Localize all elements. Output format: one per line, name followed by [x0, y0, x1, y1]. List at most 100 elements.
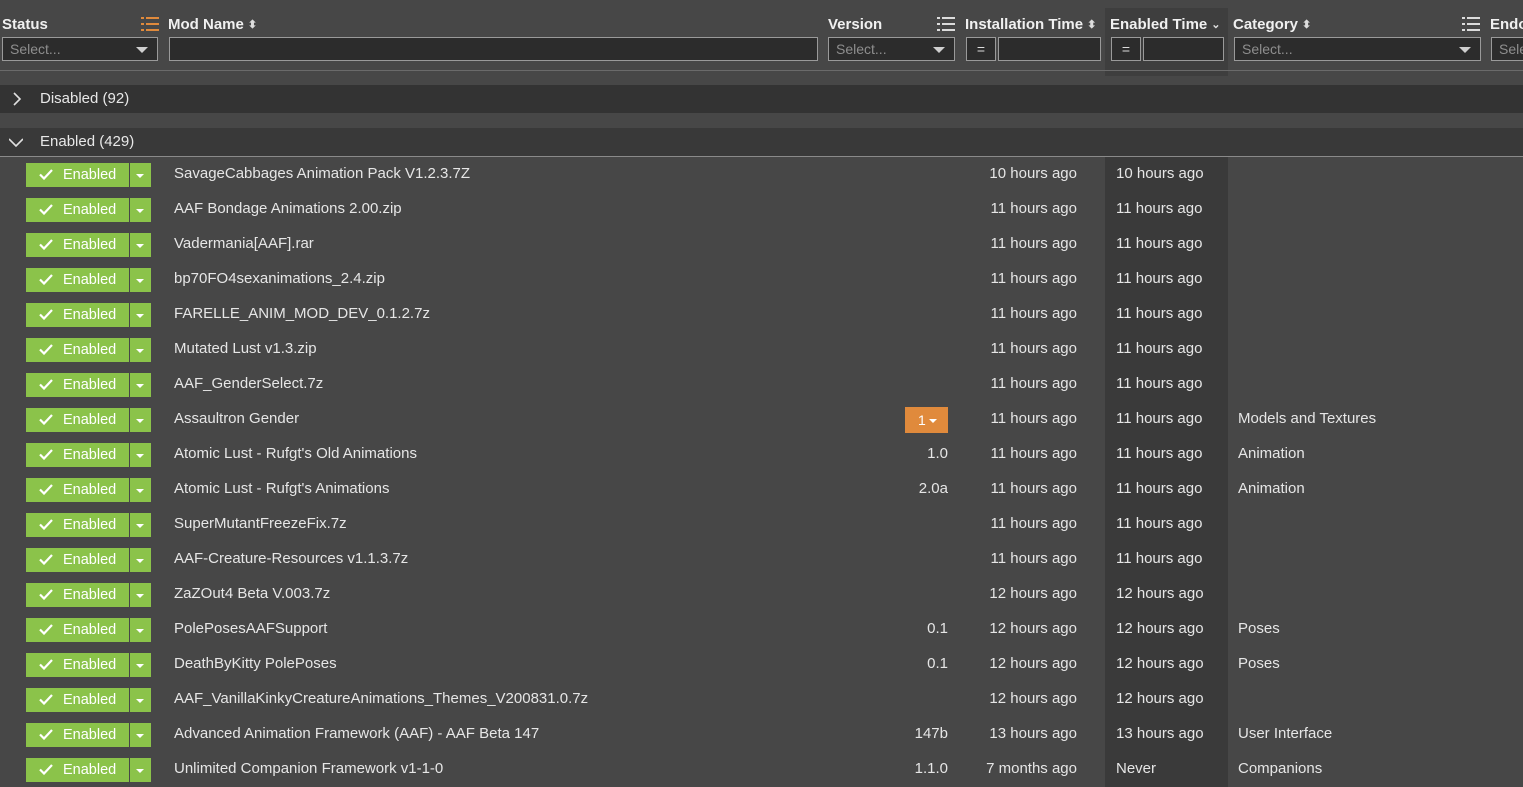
endorsed-filter-select[interactable]: Sele — [1491, 37, 1523, 61]
column-options-icon[interactable] — [1462, 17, 1480, 31]
status-dropdown-button[interactable] — [130, 548, 151, 572]
status-toggle-button[interactable]: Enabled — [26, 583, 129, 607]
installation-time-column-title[interactable]: Installation Time ⬍ — [965, 16, 1096, 33]
status-toggle-button[interactable]: Enabled — [26, 513, 129, 537]
version-update-badge[interactable]: 1 — [905, 407, 948, 433]
mod-name-column-title[interactable]: Mod Name ⬍ — [168, 16, 257, 33]
status-dropdown-button[interactable] — [130, 198, 151, 222]
status-dropdown-button[interactable] — [130, 408, 151, 432]
status-filter-select[interactable]: Select... — [2, 37, 158, 61]
status-dropdown-button[interactable] — [130, 268, 151, 292]
mod-name-cell[interactable]: Assaultron Gender — [174, 402, 299, 437]
mod-name-cell[interactable]: DeathByKitty PolePoses — [174, 647, 337, 682]
enabled-time-cell: 10 hours ago — [1116, 165, 1204, 182]
status-dropdown-button[interactable] — [130, 688, 151, 712]
status-toggle-button[interactable]: Enabled — [26, 338, 129, 362]
table-row[interactable]: Enabled Vadermania[AAF].rar 11 hours ago 11… — [0, 227, 1523, 262]
table-row[interactable]: Enabled SavageCabbages Animation Pack V1.… — [0, 157, 1523, 192]
status-toggle-button[interactable]: Enabled — [26, 233, 129, 257]
mod-name-cell[interactable]: AAF-Creature-Resources v1.1.3.7z — [174, 542, 408, 577]
enabled-time-cell: 11 hours ago — [1116, 270, 1203, 287]
table-row[interactable]: Enabled AAF Bondage Animations 2.00.zip 11… — [0, 192, 1523, 227]
mod-name-cell[interactable]: Unlimited Companion Framework v1-1-0 — [174, 752, 443, 787]
version-cell — [880, 192, 948, 227]
status-dropdown-button[interactable] — [130, 513, 151, 537]
mod-name-cell[interactable]: ZaZOut4 Beta V.003.7z — [174, 577, 330, 612]
status-toggle-button[interactable]: Enabled — [26, 758, 129, 782]
status-dropdown-button[interactable] — [130, 618, 151, 642]
status-toggle-button[interactable]: Enabled — [26, 373, 129, 397]
mod-name-cell[interactable]: Advanced Animation Framework (AAF) - AAF… — [174, 717, 539, 752]
mod-name-cell[interactable]: Atomic Lust - Rufgt's Animations — [174, 472, 389, 507]
status-dropdown-button[interactable] — [130, 723, 151, 747]
chevron-down-icon[interactable] — [9, 135, 23, 149]
mod-name-cell[interactable]: Atomic Lust - Rufgt's Old Animations — [174, 437, 417, 472]
table-row[interactable]: Enabled DeathByKitty PolePoses 0.1 12 hours… — [0, 647, 1523, 682]
column-options-icon[interactable] — [141, 17, 159, 31]
status-toggle-button[interactable]: Enabled — [26, 408, 129, 432]
mod-name-cell[interactable]: bp70FO4sexanimations_2.4.zip — [174, 262, 385, 297]
mod-name-cell[interactable]: SavageCabbages Animation Pack V1.2.3.7Z — [174, 157, 470, 192]
column-options-icon[interactable] — [937, 17, 955, 31]
table-row[interactable]: Enabled SuperMutantFreezeFix.7z 11 hours a… — [0, 507, 1523, 542]
status-toggle-button[interactable]: Enabled — [26, 443, 129, 467]
status-dropdown-button[interactable] — [130, 653, 151, 677]
mod-name-cell[interactable]: SuperMutantFreezeFix.7z — [174, 507, 347, 542]
mod-name-cell[interactable]: AAF Bondage Animations 2.00.zip — [174, 192, 402, 227]
table-row[interactable]: Enabled Mutated Lust v1.3.zip 11 hours ago… — [0, 332, 1523, 367]
group-disabled[interactable]: Disabled (92) — [0, 85, 1523, 113]
status-dropdown-button[interactable] — [130, 338, 151, 362]
table-row[interactable]: Enabled AAF_GenderSelect.7z 11 hours ago 11… — [0, 367, 1523, 402]
category-column-title[interactable]: Category ⬍ — [1233, 16, 1311, 33]
mod-name-cell[interactable]: Vadermania[AAF].rar — [174, 227, 314, 262]
status-column-title[interactable]: Status — [2, 16, 48, 33]
category-filter-select[interactable]: Select... — [1234, 37, 1481, 61]
status-toggle-button[interactable]: Enabled — [26, 653, 129, 677]
table-row[interactable]: Enabled PolePosesAAFSupport 0.1 12 hours ag… — [0, 612, 1523, 647]
mod-name-cell[interactable]: PolePosesAAFSupport — [174, 612, 327, 647]
chevron-right-icon[interactable] — [9, 92, 23, 106]
installation-time-operator[interactable]: = — [966, 37, 996, 61]
enabled-time-filter-input[interactable] — [1143, 37, 1224, 61]
table-row[interactable]: Enabled AAF_VanillaKinkyCreatureAnimation… — [0, 682, 1523, 717]
table-row[interactable]: Enabled FARELLE_ANIM_MOD_DEV_0.1.2.7z 11 h… — [0, 297, 1523, 332]
version-column-title[interactable]: Version — [828, 16, 882, 33]
status-toggle-button[interactable]: Enabled — [26, 198, 129, 222]
enabled-time-column-title[interactable]: Enabled Time ⌄ — [1110, 16, 1220, 33]
status-dropdown-button[interactable] — [130, 478, 151, 502]
mod-name-cell[interactable]: AAF_VanillaKinkyCreatureAnimations_Theme… — [174, 682, 588, 717]
table-row[interactable]: Enabled Atomic Lust - Rufgt's Animations 2… — [0, 472, 1523, 507]
table-row[interactable]: Enabled Advanced Animation Framework (AAF… — [0, 717, 1523, 752]
status-toggle-button[interactable]: Enabled — [26, 478, 129, 502]
group-enabled[interactable]: Enabled (429) — [0, 128, 1523, 157]
endorsed-column-title[interactable]: Endo — [1490, 16, 1523, 33]
status-dropdown-button[interactable] — [130, 303, 151, 327]
status-toggle-button[interactable]: Enabled — [26, 723, 129, 747]
table-row[interactable]: Enabled bp70FO4sexanimations_2.4.zip 11 ho… — [0, 262, 1523, 297]
status-toggle-button[interactable]: Enabled — [26, 268, 129, 292]
installation-time-filter-input[interactable] — [998, 37, 1101, 61]
table-row[interactable]: Enabled ZaZOut4 Beta V.003.7z 12 hours ago… — [0, 577, 1523, 612]
enabled-time-operator[interactable]: = — [1111, 37, 1141, 61]
table-row[interactable]: Enabled Unlimited Companion Framework v1-… — [0, 752, 1523, 787]
enabled-time-cell: Never — [1116, 760, 1157, 777]
table-row[interactable]: Enabled Atomic Lust - Rufgt's Old Animati… — [0, 437, 1523, 472]
status-dropdown-button[interactable] — [130, 163, 151, 187]
mod-name-filter-input[interactable] — [169, 37, 818, 61]
table-row[interactable]: Enabled AAF-Creature-Resources v1.1.3.7z 1… — [0, 542, 1523, 577]
mod-name-cell[interactable]: FARELLE_ANIM_MOD_DEV_0.1.2.7z — [174, 297, 430, 332]
status-dropdown-button[interactable] — [130, 443, 151, 467]
mod-name-cell[interactable]: AAF_GenderSelect.7z — [174, 367, 323, 402]
version-filter-select[interactable]: Select... — [828, 37, 955, 61]
status-toggle-button[interactable]: Enabled — [26, 163, 129, 187]
status-toggle-button[interactable]: Enabled — [26, 618, 129, 642]
status-dropdown-button[interactable] — [130, 758, 151, 782]
status-dropdown-button[interactable] — [130, 583, 151, 607]
status-dropdown-button[interactable] — [130, 373, 151, 397]
status-toggle-button[interactable]: Enabled — [26, 688, 129, 712]
status-dropdown-button[interactable] — [130, 233, 151, 257]
status-toggle-button[interactable]: Enabled — [26, 303, 129, 327]
status-toggle-button[interactable]: Enabled — [26, 548, 129, 572]
mod-name-cell[interactable]: Mutated Lust v1.3.zip — [174, 332, 317, 367]
table-row[interactable]: Enabled Assaultron Gender 1 11 hours ago 11 … — [0, 402, 1523, 437]
